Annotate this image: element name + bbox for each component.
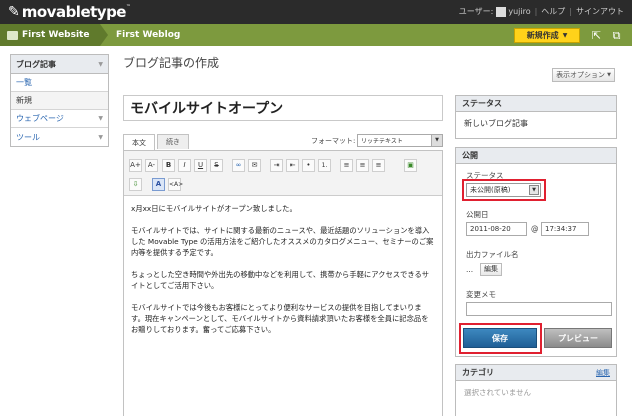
display-options-button[interactable]: 表示オプション ▼	[552, 68, 615, 82]
publish-panel: 公開 ステータス 未公開(原稿) ▼ 公開日 2011-08-20 @ 17:3…	[455, 147, 617, 357]
crumb-arrow	[100, 24, 108, 46]
sidebar-item-label: 新規	[16, 96, 32, 105]
bullet-list-icon[interactable]: •	[302, 159, 315, 172]
logo-text: movabletype	[21, 3, 127, 21]
publish-panel-title: 公開	[462, 151, 478, 160]
sidebar-item-label: 一覧	[16, 78, 32, 87]
body-paragraph: x月xx日にモバイルサイトがオープン致しました。	[131, 204, 297, 213]
sidebar-header-entries[interactable]: ブログ記事 ▼	[11, 55, 108, 74]
format-label: フォーマット:	[311, 137, 356, 145]
sidebar-item-label: ツール	[16, 132, 40, 142]
nav-divider: |	[569, 7, 572, 16]
indent-icon[interactable]: ⇥	[270, 159, 283, 172]
publish-date-input[interactable]: 2011-08-20	[466, 222, 527, 236]
status-panel-header: ステータス	[456, 96, 616, 112]
preview-button[interactable]: プレビュー	[544, 328, 612, 348]
entry-title-input[interactable]: モバイルサイトオープン	[123, 95, 443, 121]
category-panel-title: カテゴリ	[462, 368, 494, 377]
new-button[interactable]: 新規作成 ▼	[514, 28, 580, 43]
username-link[interactable]: yujiro	[508, 7, 530, 16]
mail-icon[interactable]: ✉	[248, 159, 261, 172]
wysiwyg-mode-icon[interactable]: A	[152, 178, 165, 191]
publish-panel-header: 公開	[456, 148, 616, 164]
logo-tm: ™	[125, 4, 131, 10]
website-name: First Website	[22, 30, 90, 40]
chevron-down-icon: ▼	[98, 115, 103, 122]
sidebar-item-tools[interactable]: ツール ▼	[11, 128, 108, 146]
sidebar-title: ブログ記事	[16, 59, 56, 69]
display-options-label: 表示オプション	[556, 71, 606, 79]
sidebar: ブログ記事 ▼ 一覧 新規 ウェブページ ▼ ツール ▼	[10, 54, 109, 147]
status-value: 新しいブログ記事	[464, 119, 528, 128]
html-mode-icon[interactable]: <A>	[168, 178, 183, 191]
at-label: @	[531, 224, 539, 233]
status-panel-title: ステータス	[462, 99, 502, 108]
editor-tabs: 本文 続き	[123, 134, 191, 150]
blog-crumb[interactable]: First Weblog	[116, 30, 180, 40]
highlight-box	[462, 179, 546, 201]
chevron-down-icon: ▼	[431, 135, 442, 146]
chevron-down-icon: ▼	[98, 133, 103, 141]
font-size-down-button[interactable]: A-	[145, 159, 158, 172]
basename-label: 出力ファイル名	[466, 250, 519, 259]
logo[interactable]: ✎ movabletype ™	[8, 3, 131, 21]
format-select[interactable]: リッチテキスト ▼	[357, 134, 443, 147]
category-panel-header: カテゴリ 編集	[456, 365, 616, 381]
signout-link[interactable]: サインアウト	[576, 6, 624, 17]
sidebar-item-webpages[interactable]: ウェブページ ▼	[11, 110, 108, 128]
status-panel: ステータス 新しいブログ記事	[455, 95, 617, 139]
sidebar-item-label: ウェブページ	[16, 114, 64, 123]
link-icon[interactable]: ∞	[232, 159, 245, 172]
user-nav: ユーザー: yujiro | ヘルプ | サインアウト	[459, 6, 624, 17]
strikethrough-button[interactable]: S	[210, 159, 223, 172]
insert-image-icon[interactable]: ▣	[404, 159, 417, 172]
sidebar-item-list[interactable]: 一覧	[11, 74, 108, 92]
movabletype-logo-icon: ✎	[8, 4, 20, 20]
user-avatar	[496, 6, 507, 17]
insert-file-icon[interactable]: ⇩	[129, 178, 142, 191]
rich-text-editor: A+ A- B I U S ∞ ✉ ⇥ ⇤ • 1. ≡ ≡ ≡ ▣ ⇩ A <…	[123, 150, 443, 416]
italic-button[interactable]: I	[178, 159, 191, 172]
font-size-up-button[interactable]: A+	[129, 159, 142, 172]
chevron-down-icon: ▼	[562, 32, 568, 39]
underline-button[interactable]: U	[194, 159, 207, 172]
category-empty-text: 選択されていません	[464, 388, 532, 397]
category-panel: カテゴリ 編集 選択されていません	[455, 364, 617, 416]
outdent-icon[interactable]: ⇤	[286, 159, 299, 172]
external-link-icon[interactable]: ⧉	[610, 29, 623, 42]
publish-date-label: 公開日	[466, 210, 489, 219]
bold-button[interactable]: B	[162, 159, 175, 172]
align-right-icon[interactable]: ≡	[372, 159, 385, 172]
tab-body[interactable]: 本文	[123, 134, 155, 150]
format-value: リッチテキスト	[361, 138, 403, 145]
sidebar-item-new[interactable]: 新規	[11, 92, 108, 110]
user-label: ユーザー:	[458, 7, 494, 16]
share-icon[interactable]: ⇱	[590, 29, 603, 42]
align-center-icon[interactable]: ≡	[356, 159, 369, 172]
align-left-icon[interactable]: ≡	[340, 159, 353, 172]
category-edit-link[interactable]: 編集	[596, 368, 610, 378]
page-title: ブログ記事の作成	[123, 56, 220, 70]
revision-note-label: 変更メモ	[466, 290, 496, 299]
basename-edit-button[interactable]: 編集	[480, 263, 502, 276]
body-paragraph: モバイルサイトでは、サイトに関する最新のニュースや、最近話題のソリューションを導…	[131, 226, 434, 257]
top-bar: ✎ movabletype ™ ユーザー: yujiro | ヘルプ | サイン…	[0, 0, 632, 24]
body-paragraph: ちょっとした空き時間や外出先の移動中などを利用して、携帯から手軽にアクセスできる…	[131, 270, 430, 290]
chevron-down-icon: ▼	[607, 72, 611, 78]
basename-value: ...	[466, 265, 474, 274]
website-icon	[7, 30, 18, 40]
publish-time-input[interactable]: 17:34:37	[541, 222, 589, 236]
website-crumb[interactable]: First Website	[0, 24, 100, 46]
numbered-list-icon[interactable]: 1.	[318, 159, 331, 172]
editor-toolbar: A+ A- B I U S ∞ ✉ ⇥ ⇤ • 1. ≡ ≡ ≡ ▣ ⇩ A <…	[124, 151, 442, 196]
editor-body[interactable]: x月xx日にモバイルサイトがオープン致しました。 モバイルサイトでは、サイトに関…	[124, 196, 442, 353]
new-button-label: 新規作成	[526, 31, 559, 40]
highlight-box	[459, 323, 542, 354]
revision-note-input[interactable]	[466, 302, 612, 316]
nav-divider: |	[534, 7, 538, 16]
help-link[interactable]: ヘルプ	[541, 6, 565, 17]
chevron-down-icon: ▼	[98, 60, 103, 68]
tab-extended[interactable]: 続き	[157, 134, 189, 149]
body-paragraph: モバイルサイトでは今後もお客様にとってより便利なサービスの提供を目指してまいりま…	[131, 303, 429, 334]
